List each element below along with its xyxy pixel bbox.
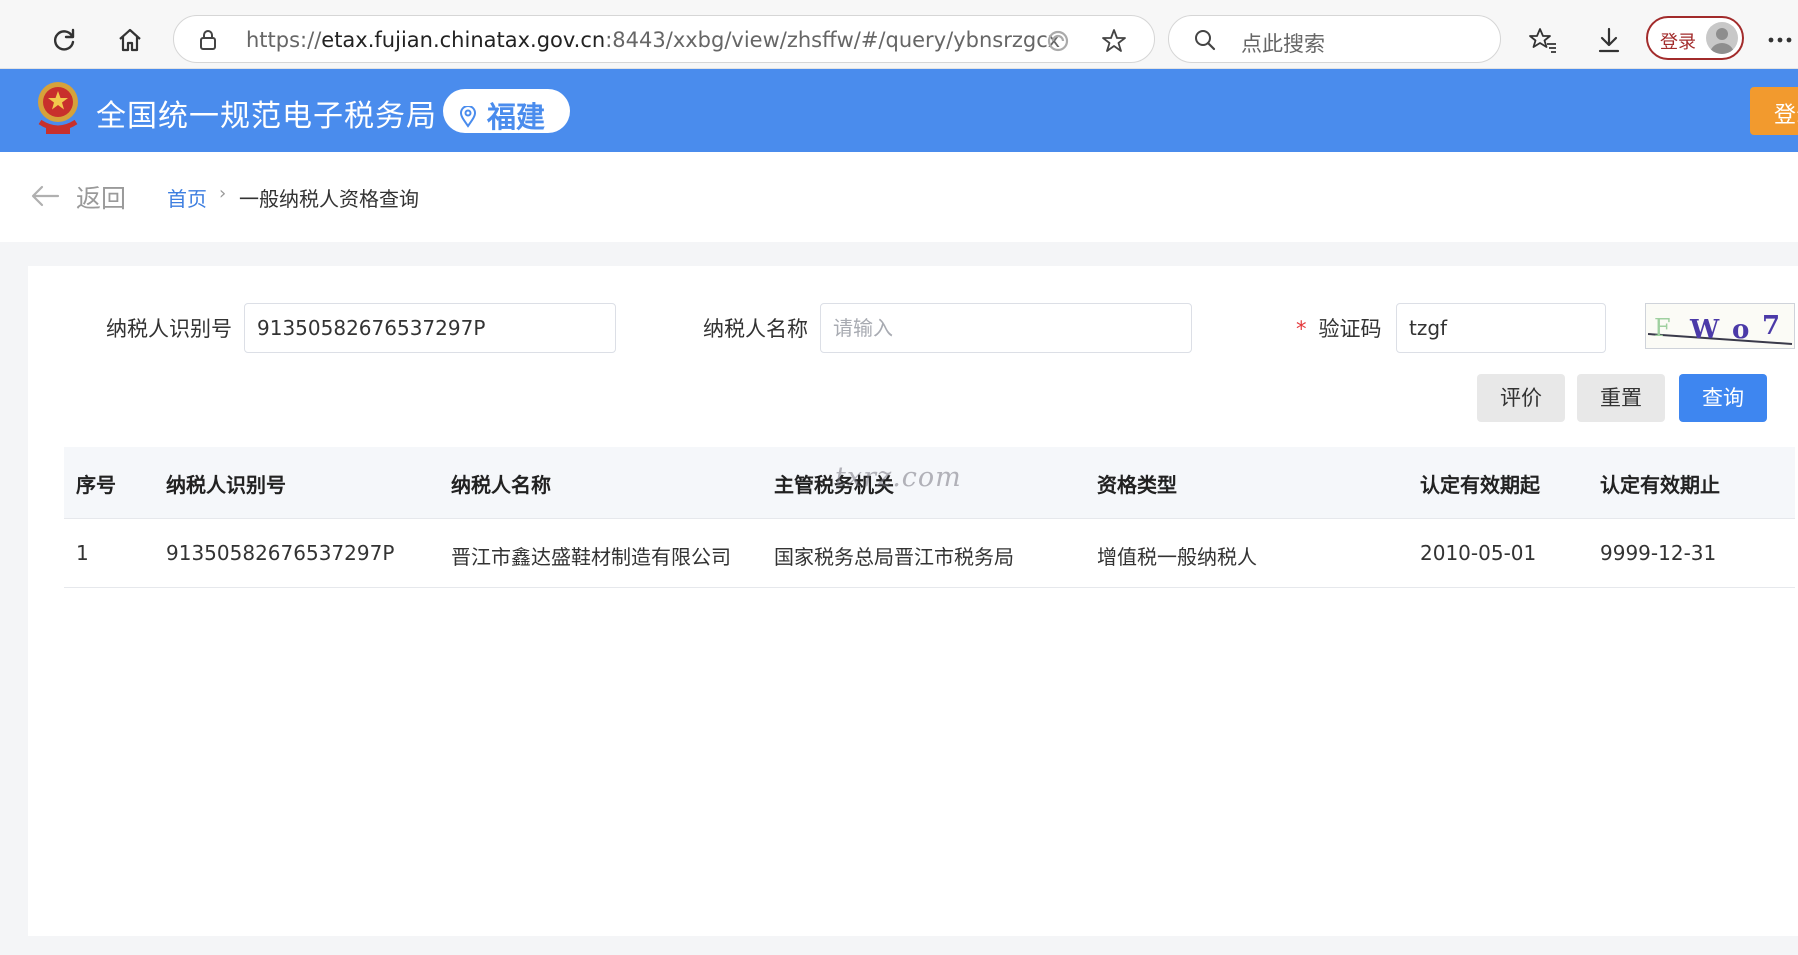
taxpayer-name-label: 纳税人名称	[703, 317, 808, 341]
cell-index: 1	[76, 541, 89, 565]
taxpayer-id-label: 纳税人识别号	[106, 317, 232, 341]
breadcrumb-home-link[interactable]: 首页	[167, 183, 207, 212]
region-label: 福建	[487, 100, 546, 134]
favorites-list-icon[interactable]	[1523, 20, 1563, 60]
search-placeholder: 点此搜索	[1241, 32, 1325, 56]
url-text: https://etax.fujian.chinatax.gov.cn:8443…	[246, 28, 1061, 52]
captcha-label: * 验证码	[1296, 313, 1382, 343]
captcha-label-text: 验证码	[1318, 317, 1382, 341]
evaluate-button[interactable]: 评价	[1477, 374, 1565, 422]
column-header-valid-to: 认定有效期止	[1600, 473, 1720, 497]
search-icon	[1193, 28, 1217, 56]
site-header: 全国统一规范电子税务局 福建 登录	[0, 69, 1798, 152]
lock-icon[interactable]	[198, 29, 218, 55]
browser-login-button[interactable]: 登录	[1646, 16, 1744, 60]
table-header: 序号 纳税人识别号 纳税人名称 主管税务机关 资格类型 认定有效期起 认定有效期…	[64, 447, 1795, 518]
refresh-icon[interactable]	[44, 20, 84, 60]
browser-search-box[interactable]: 点此搜索	[1168, 15, 1501, 63]
column-header-taxpayer-id: 纳税人识别号	[166, 473, 286, 497]
breadcrumb-separator: ›	[219, 183, 227, 204]
taxpayer-name-input[interactable]: 请输入	[820, 303, 1192, 353]
table-row[interactable]: 1 91350582676537297P 晋江市鑫达盛鞋材制造有限公司 国家税务…	[64, 518, 1795, 588]
required-mark: *	[1296, 317, 1307, 341]
captcha-image[interactable]: F W o 7	[1645, 303, 1795, 349]
tax-emblem-icon	[32, 78, 84, 138]
download-icon[interactable]	[1589, 20, 1629, 60]
header-login-button[interactable]: 登录	[1750, 87, 1798, 135]
captcha-glyph-3: o	[1732, 315, 1749, 345]
cell-taxpayer-name: 晋江市鑫达盛鞋材制造有限公司	[451, 545, 731, 569]
breadcrumb-current: 一般纳税人资格查询	[239, 187, 419, 211]
captcha-glyph-4: 7	[1762, 311, 1780, 341]
column-header-taxpayer-name: 纳税人名称	[451, 473, 551, 497]
browser-login-label: 登录	[1660, 32, 1696, 53]
browser-toolbar: https://etax.fujian.chinatax.gov.cn:8443…	[0, 0, 1798, 69]
back-arrow-icon[interactable]	[30, 184, 60, 212]
taxpayer-id-input[interactable]: 91350582676537297P	[244, 303, 616, 353]
site-title: 全国统一规范电子税务局	[96, 99, 437, 134]
column-header-valid-from: 认定有效期起	[1420, 473, 1540, 497]
avatar	[1706, 22, 1738, 54]
column-header-tax-authority: 主管税务机关	[774, 473, 894, 497]
breadcrumb: 返回 首页 › 一般纳税人资格查询	[0, 152, 1798, 242]
location-pin-icon	[459, 101, 477, 135]
cell-taxpayer-id: 91350582676537297P	[166, 541, 395, 565]
column-header-qualification-type: 资格类型	[1097, 473, 1177, 497]
more-menu-icon[interactable]	[1760, 20, 1798, 60]
captcha-glyph-1: F	[1654, 314, 1671, 342]
address-bar[interactable]: https://etax.fujian.chinatax.gov.cn:8443…	[173, 15, 1155, 63]
cell-valid-from: 2010-05-01	[1420, 541, 1537, 565]
reset-button[interactable]: 重置	[1577, 374, 1665, 422]
query-panel: 纳税人识别号 91350582676537297P 纳税人名称 请输入 * 验证码…	[28, 266, 1798, 936]
header-login-label: 登录	[1774, 103, 1798, 128]
cell-qualification-type: 增值税一般纳税人	[1097, 545, 1257, 569]
region-selector[interactable]: 福建	[443, 89, 570, 135]
column-header-index: 序号	[76, 473, 116, 497]
captcha-glyph-2: W	[1689, 315, 1720, 345]
cell-valid-to: 9999-12-31	[1600, 541, 1717, 565]
favorite-star-icon[interactable]	[1100, 27, 1128, 59]
home-icon[interactable]	[110, 20, 150, 60]
query-button[interactable]: 查询	[1679, 374, 1767, 422]
immersive-reader-icon[interactable]	[1044, 28, 1072, 58]
captcha-input[interactable]: tzgf	[1396, 303, 1606, 353]
back-link[interactable]: 返回	[76, 179, 126, 215]
cell-tax-authority: 国家税务总局晋江市税务局	[774, 545, 1014, 569]
